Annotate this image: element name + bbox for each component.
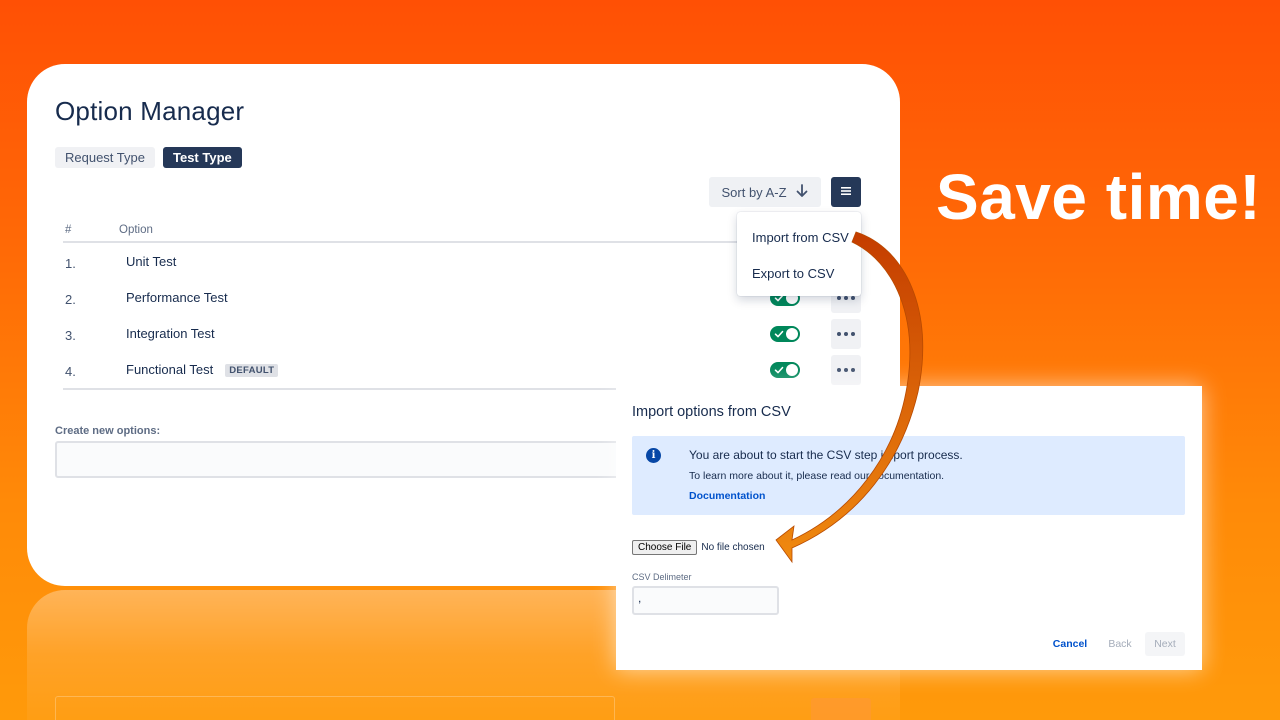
next-button[interactable]: Next [1145,632,1185,656]
info-text: To learn more about it, please read our … [689,470,945,482]
csv-delimiter-input[interactable]: , [632,586,779,615]
info-icon: i [646,448,661,463]
cancel-button[interactable]: Cancel [1048,632,1092,656]
tab-test-type[interactable]: Test Type [162,147,242,168]
sort-button[interactable]: Sort by A-Z [709,177,821,207]
info-message: i You are about to start the CSV step im… [632,436,1185,515]
page-title: Option Manager [55,96,245,126]
choose-file-button[interactable]: Choose File [632,540,698,555]
type-tabs: Request Type Test Type [55,147,242,168]
row-number: 2. [65,292,76,307]
check-icon [774,366,784,374]
options-dropdown-menu: Import from CSV Export to CSV [737,212,861,296]
back-button[interactable]: Back [1102,632,1138,656]
import-csv-modal: Import options from CSV i You are about … [616,386,1202,670]
table-row: 3. Integration Test [63,319,861,353]
tab-request-type[interactable]: Request Type [55,147,155,168]
row-number: 3. [65,328,76,343]
enabled-toggle[interactable] [770,362,800,378]
reflection-input-shape [55,696,615,720]
hamburger-icon [840,183,852,201]
create-options-input[interactable] [55,441,635,478]
check-icon [774,330,784,338]
row-option-name: Functional Test DEFAULT [126,362,279,377]
default-badge: DEFAULT [225,364,279,377]
row-option-name: Unit Test [126,254,177,269]
column-header-number: # [65,224,72,236]
table-row: 4. Functional Test DEFAULT [63,355,861,389]
menu-item-export-csv[interactable]: Export to CSV [752,266,834,281]
row-number: 1. [65,256,76,271]
file-status: No file chosen [701,542,765,553]
reflection-button-shape [811,698,871,720]
sort-label: Sort by A-Z [721,184,787,200]
row-number: 4. [65,364,76,379]
info-heading: You are about to start the CSV step impo… [689,448,963,462]
row-option-name: Performance Test [126,290,228,305]
documentation-link[interactable]: Documentation [689,490,765,502]
column-header-option: Option [119,224,153,236]
row-more-button[interactable] [831,319,861,349]
create-options-label: Create new options: [55,425,161,437]
modal-title: Import options from CSV [632,404,791,420]
row-option-name: Integration Test [126,326,215,341]
file-picker: Choose File No file chosen [632,540,765,555]
enabled-toggle[interactable] [770,326,800,342]
arrow-down-icon [795,183,809,201]
row-more-button[interactable] [831,355,861,385]
menu-item-import-csv[interactable]: Import from CSV [752,230,849,245]
row-option-label: Functional Test [126,362,214,377]
options-menu-button[interactable] [831,177,861,207]
csv-delimiter-label: CSV Delimeter [632,572,692,582]
headline: Save time! [936,161,1262,233]
